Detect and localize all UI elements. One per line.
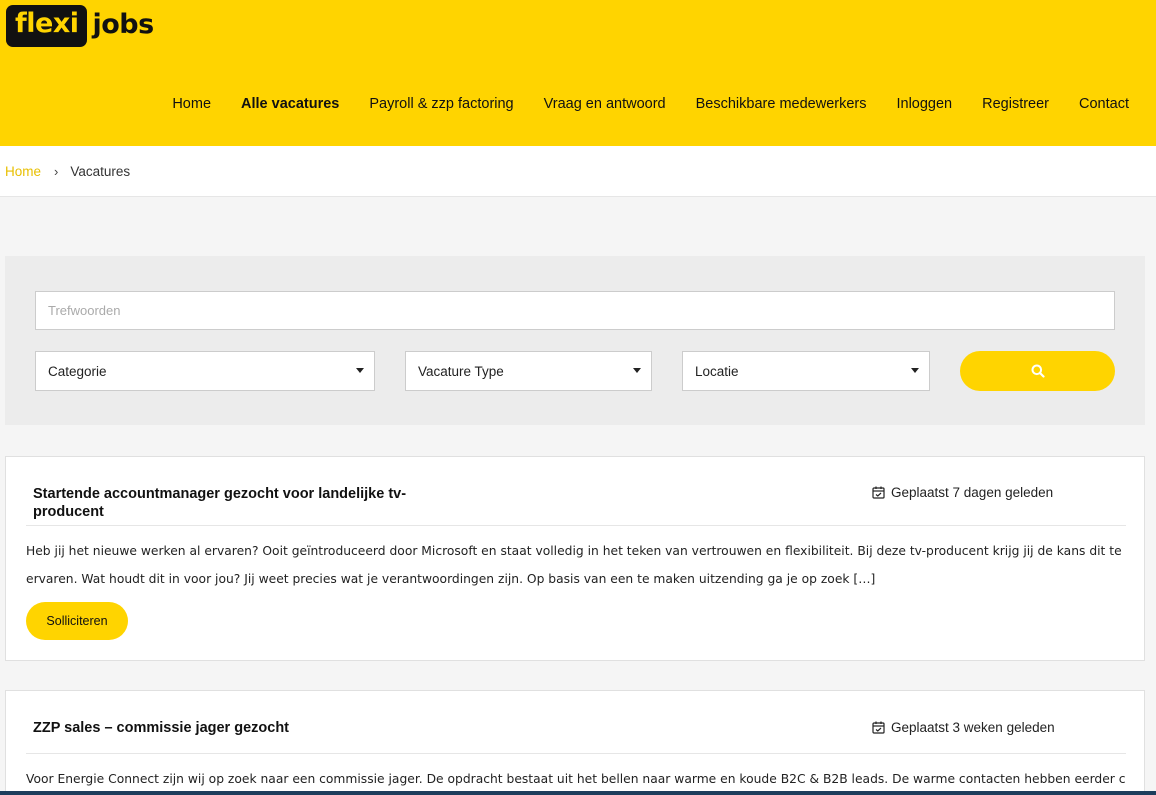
nav-alle-vacatures[interactable]: Alle vacatures [241, 96, 339, 112]
calendar-check-icon [872, 721, 885, 734]
job-posted-text: Geplaatst 3 weken geleden [891, 720, 1055, 735]
keywords-input[interactable] [35, 291, 1115, 330]
nav-home[interactable]: Home [172, 96, 211, 112]
nav-payroll[interactable]: Payroll & zzp factoring [369, 96, 513, 112]
site-header: flexi jobs Home Alle vacatures Payroll &… [0, 0, 1156, 146]
calendar-check-icon [872, 486, 885, 499]
job-type-select[interactable]: Vacature Type [405, 351, 652, 391]
caret-down-icon [633, 368, 641, 373]
caret-down-icon [911, 368, 919, 373]
job-title[interactable]: ZZP sales – commissie jager gezocht [33, 719, 423, 737]
job-type-select-value: Vacature Type [418, 363, 504, 379]
breadcrumb-separator: › [54, 163, 59, 179]
breadcrumb-home-link[interactable]: Home [5, 164, 41, 179]
logo-flexi: flexi [6, 5, 88, 47]
nav-beschikbare-medewerkers[interactable]: Beschikbare medewerkers [696, 96, 867, 112]
search-button[interactable] [960, 351, 1115, 391]
job-description: Voor Energie Connect zijn wij op zoek na… [26, 772, 1126, 786]
job-description: Heb jij het nieuwe werken al ervaren? Oo… [26, 544, 1122, 586]
logo-jobs: jobs [92, 8, 154, 40]
divider [26, 753, 1126, 754]
nav-registreer[interactable]: Registreer [982, 96, 1049, 112]
apply-button[interactable]: Solliciteren [26, 602, 128, 640]
site-logo[interactable]: flexi jobs [6, 5, 154, 47]
job-card: ZZP sales – commissie jager gezocht Gepl… [5, 690, 1145, 795]
caret-down-icon [356, 368, 364, 373]
breadcrumb-current: Vacatures [70, 163, 131, 179]
bottom-edge-bar [0, 791, 1156, 795]
category-select[interactable]: Categorie [35, 351, 375, 391]
location-select[interactable]: Locatie [682, 351, 930, 391]
job-posted-date: Geplaatst 3 weken geleden [872, 720, 1055, 735]
job-search-panel: Categorie Vacature Type Locatie [5, 256, 1145, 425]
location-select-value: Locatie [695, 363, 739, 379]
job-title[interactable]: Startende accountmanager gezocht voor la… [33, 485, 423, 521]
search-icon [1031, 364, 1045, 378]
job-posted-text: Geplaatst 7 dagen geleden [891, 485, 1054, 500]
breadcrumb: Home › Vacatures [0, 146, 1156, 197]
category-select-value: Categorie [48, 363, 107, 379]
nav-contact[interactable]: Contact [1079, 96, 1129, 112]
main-nav: Home Alle vacatures Payroll & zzp factor… [142, 96, 1129, 112]
divider [26, 525, 1126, 526]
nav-faq[interactable]: Vraag en antwoord [544, 96, 666, 112]
nav-inloggen[interactable]: Inloggen [896, 96, 952, 112]
job-card: Startende accountmanager gezocht voor la… [5, 456, 1145, 661]
job-posted-date: Geplaatst 7 dagen geleden [872, 485, 1053, 500]
